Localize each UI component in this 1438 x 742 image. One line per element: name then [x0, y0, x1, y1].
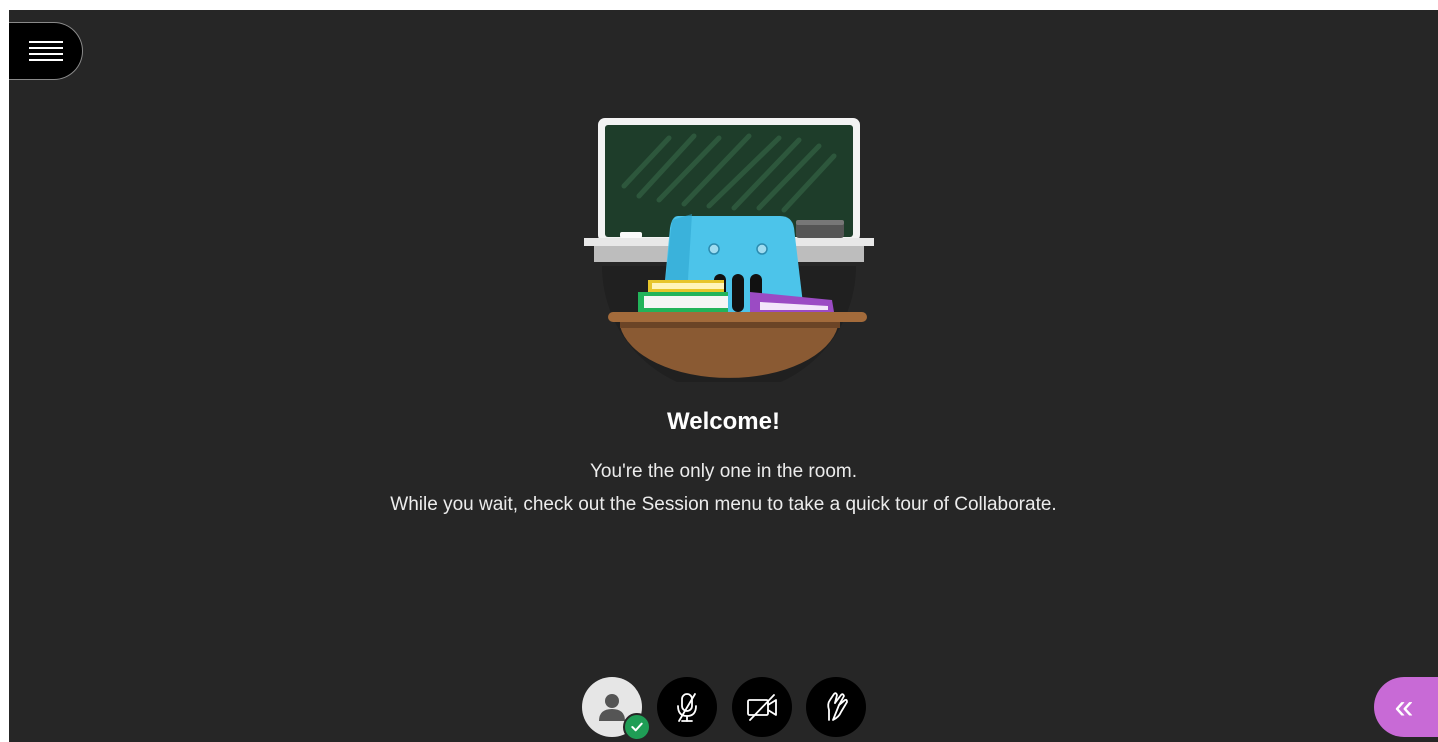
welcome-message-line-2: While you wait, check out the Session me… — [390, 494, 1057, 515]
session-menu-button[interactable] — [9, 22, 83, 80]
raise-hand-icon — [827, 692, 848, 721]
hamburger-menu-icon — [28, 41, 63, 61]
checkmark-icon — [631, 722, 643, 732]
raise-hand-button[interactable] — [806, 677, 866, 737]
camera-toggle-button[interactable] — [732, 677, 792, 737]
session-stage: Welcome! You're the only one in the room… — [9, 10, 1438, 742]
microphone-muted-icon — [677, 693, 697, 722]
my-status-button[interactable] — [582, 677, 651, 741]
camera-off-icon — [747, 694, 777, 721]
status-badge — [623, 713, 651, 741]
open-collaborate-panel-button[interactable]: « — [1374, 677, 1438, 737]
welcome-message-line-1: You're the only one in the room. — [590, 461, 857, 482]
welcome-title: Welcome! — [667, 408, 780, 435]
microphone-toggle-button[interactable] — [657, 677, 717, 737]
classroom-illustration — [584, 118, 874, 382]
user-avatar-icon — [599, 694, 625, 721]
double-chevron-left-icon: « — [1394, 688, 1414, 726]
